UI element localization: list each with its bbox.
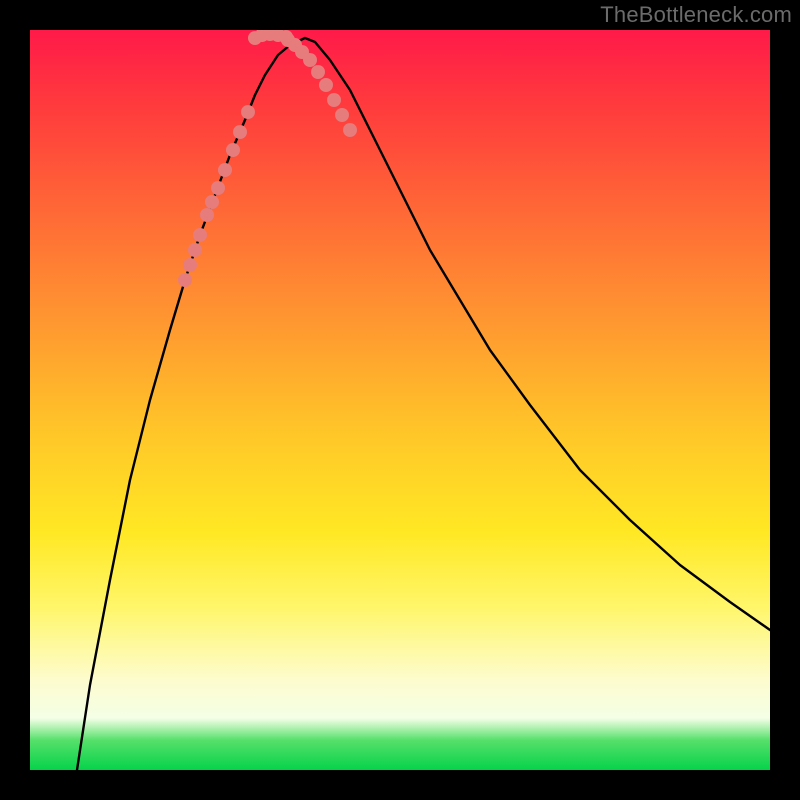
dots-left-branch-dot <box>200 208 214 222</box>
dots-left-branch-dot <box>233 125 247 139</box>
dots-left-branch-dot <box>226 143 240 157</box>
chart-svg <box>30 30 770 770</box>
dots-left-branch-dot <box>205 195 219 209</box>
watermark-text: TheBottleneck.com <box>600 2 792 28</box>
dots-right-branch-dot <box>311 65 325 79</box>
dots-left-branch-dot <box>211 181 225 195</box>
dots-left-branch-group <box>178 105 255 287</box>
dots-floor-group <box>248 30 293 45</box>
dots-right-branch-dot <box>343 123 357 137</box>
dots-right-branch-dot <box>327 93 341 107</box>
bottleneck-curve <box>77 38 770 770</box>
plot-area <box>30 30 770 770</box>
dots-left-branch-dot <box>218 163 232 177</box>
dots-left-branch-dot <box>183 258 197 272</box>
dots-right-branch-dot <box>303 53 317 67</box>
dots-left-branch-dot <box>193 228 207 242</box>
dots-left-branch-dot <box>188 243 202 257</box>
dots-left-branch-dot <box>241 105 255 119</box>
chart-frame: TheBottleneck.com <box>0 0 800 800</box>
dots-left-branch-dot <box>178 273 192 287</box>
dots-right-branch-dot <box>335 108 349 122</box>
dots-right-branch-dot <box>319 78 333 92</box>
dots-floor-dot <box>279 30 293 44</box>
